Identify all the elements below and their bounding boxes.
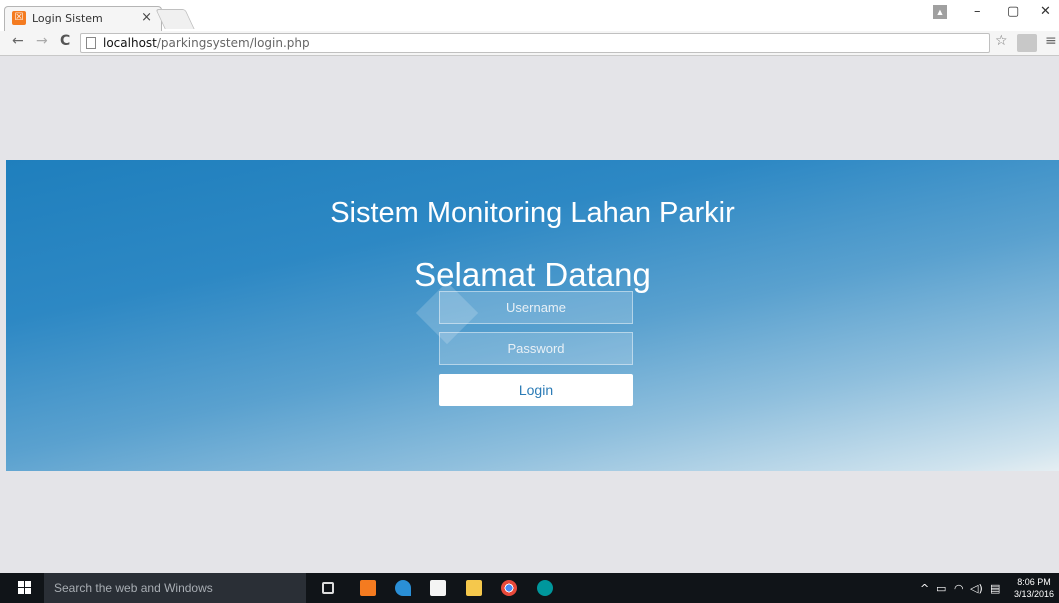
battery-icon[interactable]: ▭ — [936, 582, 946, 595]
tab-title: Login Sistem — [32, 12, 103, 25]
volume-icon[interactable]: ◁) — [970, 582, 983, 595]
taskbar-search-placeholder: Search the web and Windows — [54, 581, 213, 595]
tab-close-icon[interactable]: × — [141, 10, 152, 25]
browser-toolbar: ← → C localhost/parkingsystem/login.php — [0, 31, 1059, 56]
url-host: localhost — [103, 36, 157, 50]
arduino-icon[interactable] — [537, 580, 553, 596]
page-icon — [86, 37, 96, 49]
forward-button[interactable]: → — [36, 33, 48, 49]
wifi-icon[interactable]: ◠ — [954, 582, 964, 595]
browser-titlebar: ☒ Login Sistem × ▲ – ▢ ✕ — [0, 0, 1059, 31]
file-explorer-icon[interactable] — [466, 580, 482, 596]
page-heading: Sistem Monitoring Lahan Parkir — [330, 197, 735, 229]
url-text[interactable]: localhost/parkingsystem/login.php — [103, 36, 310, 50]
bookmark-star-icon[interactable]: ☆ — [995, 33, 1008, 49]
browser-menu-icon[interactable]: ≡ — [1045, 33, 1057, 49]
url-path: /parkingsystem/login.php — [156, 36, 310, 50]
windows-taskbar: Search the web and Windows ^ ▭ ◠ ◁) ▤ 8:… — [0, 573, 1059, 603]
login-button[interactable]: Login — [439, 374, 633, 406]
task-view-icon[interactable] — [322, 582, 334, 594]
welcome-heading: Selamat Datang — [414, 256, 651, 293]
taskbar-search[interactable]: Search the web and Windows — [44, 573, 306, 603]
back-button[interactable]: ← — [12, 33, 24, 49]
chrome-icon[interactable] — [501, 580, 517, 596]
browser-tab[interactable]: ☒ Login Sistem × — [4, 6, 162, 31]
minimize-button[interactable]: – — [974, 4, 981, 19]
login-hero: Sistem Monitoring Lahan Parkir Selamat D… — [6, 160, 1059, 471]
store-icon[interactable] — [430, 580, 446, 596]
clock-time: 8:06 PM — [1017, 577, 1051, 587]
extension-icon[interactable] — [1017, 34, 1037, 52]
windows-start-icon[interactable] — [18, 581, 32, 595]
profile-icon[interactable]: ▲ — [933, 5, 947, 19]
app-icon[interactable] — [395, 580, 411, 596]
clock-date: 3/13/2016 — [1013, 589, 1055, 599]
address-bar[interactable]: localhost/parkingsystem/login.php — [80, 33, 990, 53]
taskbar-clock[interactable]: 8:06 PM 3/13/2016 — [1010, 576, 1058, 600]
notification-icon[interactable]: ▤ — [990, 582, 1000, 595]
restore-button[interactable]: ▢ — [1007, 4, 1019, 19]
page-content: Sistem Monitoring Lahan Parkir Selamat D… — [6, 57, 1059, 573]
password-input[interactable] — [439, 332, 633, 365]
xampp-favicon-icon: ☒ — [12, 11, 26, 25]
reload-button[interactable]: C — [60, 33, 70, 49]
tray-chevron-icon[interactable]: ^ — [920, 582, 929, 595]
username-input[interactable] — [439, 291, 633, 324]
close-window-button[interactable]: ✕ — [1040, 4, 1051, 19]
xampp-icon[interactable] — [360, 580, 376, 596]
